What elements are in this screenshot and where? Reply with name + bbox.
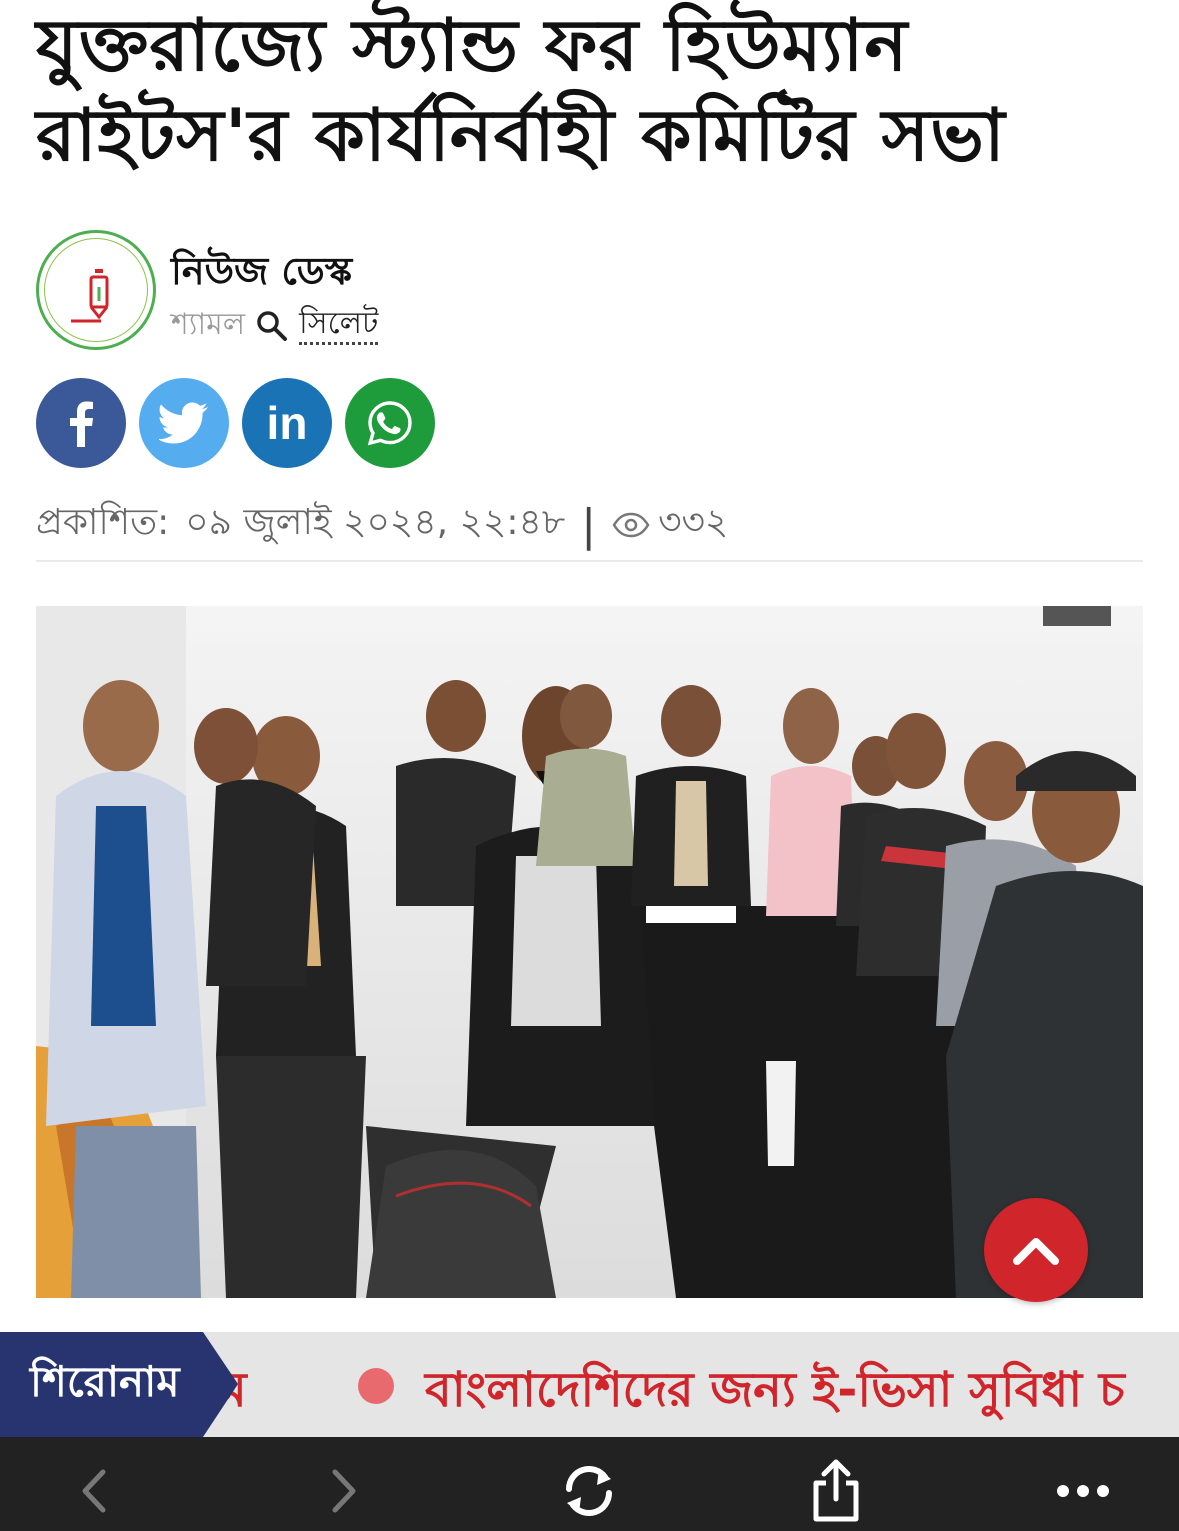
ticker-bullet bbox=[358, 1368, 394, 1404]
twitter-icon bbox=[159, 402, 208, 444]
views-value: ৩৩২ bbox=[658, 502, 729, 543]
author-location-link[interactable]: সিলেট bbox=[299, 306, 379, 345]
linkedin-share-button[interactable]: in bbox=[242, 378, 332, 468]
ticker-headline[interactable]: বাংলাদেশিদের জন্য ই-ভিসা সুবিধা চ bbox=[425, 1354, 1125, 1433]
group-photo-image bbox=[36, 606, 1143, 1298]
linkedin-icon: in bbox=[266, 397, 308, 449]
scroll-to-top-button[interactable] bbox=[984, 1198, 1088, 1302]
share-icon bbox=[813, 1459, 859, 1522]
author-meta: শ্যামল সিলেট bbox=[171, 300, 379, 351]
divider bbox=[36, 560, 1143, 562]
published-label: প্রকাশিত: bbox=[36, 502, 170, 543]
whatsapp-icon bbox=[367, 401, 412, 446]
avatar[interactable] bbox=[36, 230, 156, 350]
more-icon bbox=[1057, 1485, 1109, 1497]
facebook-icon bbox=[70, 401, 93, 447]
article-photo[interactable] bbox=[36, 606, 1143, 1298]
reload-button[interactable] bbox=[559, 1461, 619, 1521]
chevron-left-icon bbox=[82, 1469, 106, 1513]
whatsapp-share-button[interactable] bbox=[345, 378, 435, 468]
search-icon bbox=[257, 310, 288, 341]
twitter-share-button[interactable] bbox=[139, 378, 229, 468]
author-name[interactable]: নিউজ ডেস্ক bbox=[171, 242, 352, 306]
more-button[interactable] bbox=[1053, 1461, 1113, 1521]
published-datetime: ০৯ জুলাই ২০২৪, ২২:৪৮ bbox=[185, 502, 566, 543]
eye-icon bbox=[612, 512, 650, 538]
facebook-share-button[interactable] bbox=[36, 378, 126, 468]
share-buttons: in bbox=[36, 378, 435, 468]
view-count: ৩৩২ bbox=[612, 495, 728, 555]
publish-info: প্রকাশিত: ০৯ জুলাই ২০২৪, ২২:৪৮ | ৩৩২ bbox=[36, 495, 728, 555]
forward-button[interactable] bbox=[314, 1461, 374, 1521]
ticker-label: শিরোনাম bbox=[0, 1332, 238, 1437]
chevron-right-icon bbox=[332, 1469, 356, 1513]
reload-icon bbox=[566, 1466, 612, 1516]
author-area: শ্যামল bbox=[171, 307, 246, 342]
author-block: নিউজ ডেস্ক শ্যামল সিলেট bbox=[36, 230, 636, 352]
back-button[interactable] bbox=[64, 1461, 124, 1521]
browser-toolbar bbox=[0, 1437, 1179, 1531]
share-page-button[interactable] bbox=[806, 1459, 866, 1522]
pen-logo-icon bbox=[71, 269, 109, 323]
article-headline: যুক্তরাজ্যে স্ট্যান্ড ফর হিউম্যান রাইটস'… bbox=[36, 3, 1006, 177]
info-separator: | bbox=[581, 499, 597, 551]
chevron-up-icon bbox=[1013, 1238, 1059, 1265]
